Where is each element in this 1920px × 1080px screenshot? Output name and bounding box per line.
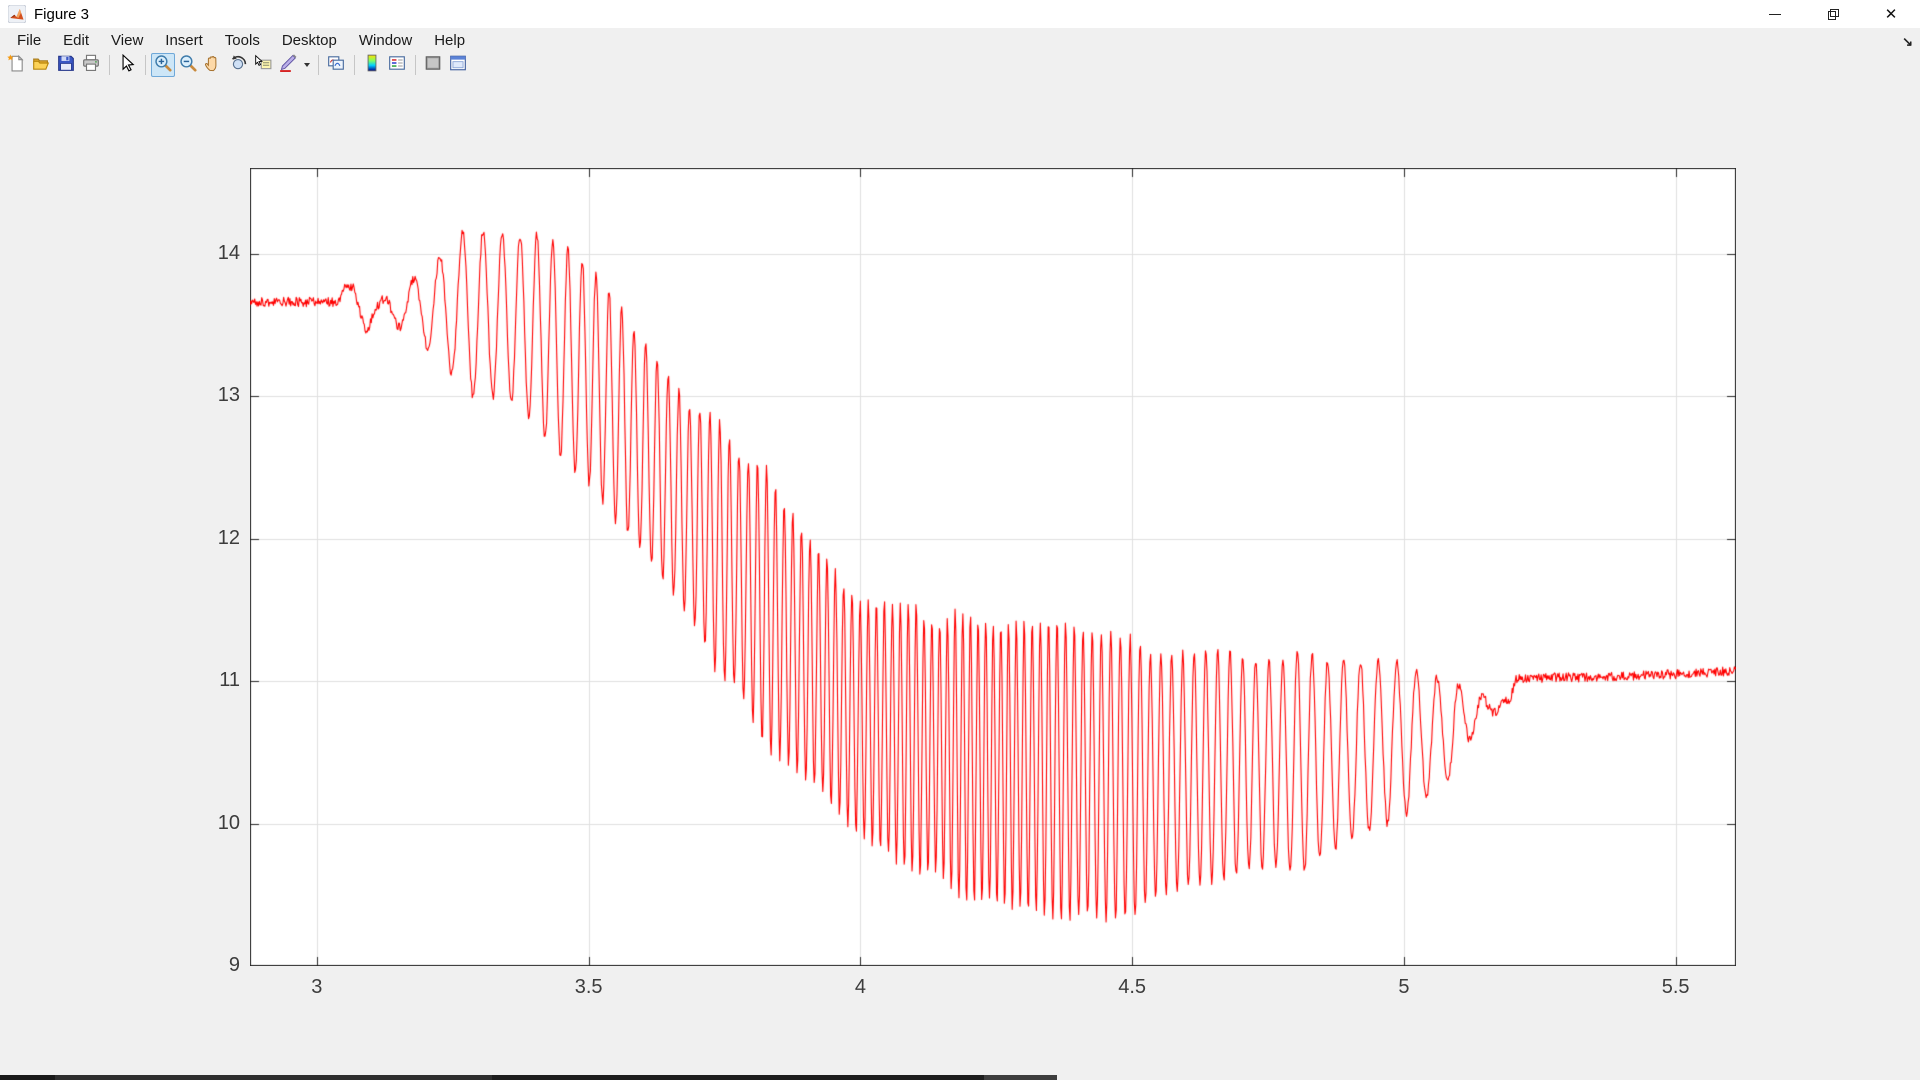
menu-insert[interactable]: Insert [154, 29, 214, 52]
brush-data-button-dropdown[interactable] [301, 53, 312, 77]
colorbar-icon [363, 54, 381, 77]
y-tick-label: 11 [155, 669, 240, 692]
matlab-figure-icon [8, 5, 26, 23]
y-tick-label: 9 [155, 954, 240, 977]
plot-area[interactable] [250, 168, 1736, 966]
x-tick-label: 5 [1374, 976, 1434, 999]
minimize-icon [1769, 14, 1781, 15]
minimize-button[interactable] [1746, 0, 1804, 28]
menu-bar: FileEditViewInsertToolsDesktopWindowHelp [0, 28, 1920, 52]
menu-window[interactable]: Window [348, 29, 423, 52]
brush-icon [279, 54, 297, 77]
x-tick-label: 4.5 [1102, 976, 1162, 999]
figure-window: Figure 3 ✕ FileEditViewInsertToolsDeskto… [0, 0, 1920, 1080]
toolbar-separator [109, 55, 110, 75]
y-tick-label: 14 [155, 242, 240, 265]
restore-button[interactable] [1804, 0, 1862, 28]
brush-data-button[interactable] [276, 53, 300, 77]
data-cursor-button[interactable] [251, 53, 275, 77]
close-button[interactable]: ✕ [1862, 0, 1920, 28]
link-plot-button[interactable] [324, 53, 348, 77]
y-tick-label: 10 [155, 812, 240, 835]
toolbar-overflow-arrow-icon[interactable]: ↘ [1902, 34, 1913, 50]
figure-canvas: 3 3.5 4 4.5 5 5.5 9 10 11 12 13 14 [0, 78, 1920, 1080]
hide-plot-tools-icon [424, 54, 442, 77]
title-bar: Figure 3 ✕ [0, 0, 1920, 28]
show-plot-tools-dock-button[interactable] [446, 53, 470, 77]
background-window-strip [0, 1075, 1057, 1080]
toolbar [0, 52, 1920, 78]
y-tick-label: 13 [155, 384, 240, 407]
cursor-icon [118, 54, 136, 77]
new-figure-button[interactable] [4, 53, 28, 77]
menu-help[interactable]: Help [423, 29, 476, 52]
toolbar-separator [415, 55, 416, 75]
new-doc-icon [7, 54, 25, 77]
zoom-out-icon [179, 54, 197, 77]
pan-button[interactable] [201, 53, 225, 77]
restore-icon [1828, 9, 1839, 20]
legend-icon [388, 54, 406, 77]
menu-view[interactable]: View [100, 29, 154, 52]
y-tick-label: 12 [155, 527, 240, 550]
menu-edit[interactable]: Edit [52, 29, 100, 52]
strip-segment [55, 1075, 492, 1080]
menu-file[interactable]: File [6, 29, 52, 52]
link-plot-icon [327, 54, 345, 77]
save-figure-button[interactable] [54, 53, 78, 77]
x-tick-label: 3.5 [559, 976, 619, 999]
menu-tools[interactable]: Tools [214, 29, 271, 52]
pan-hand-icon [204, 54, 222, 77]
strip-segment [984, 1075, 1057, 1080]
chevron-down-icon [304, 63, 310, 67]
open-file-button[interactable] [29, 53, 53, 77]
insert-colorbar-button[interactable] [360, 53, 384, 77]
print-figure-button[interactable] [79, 53, 103, 77]
zoom-in-button[interactable] [151, 53, 175, 77]
x-tick-label: 5.5 [1646, 976, 1706, 999]
toolbar-separator [145, 55, 146, 75]
open-folder-icon [32, 54, 50, 77]
x-tick-label: 3 [287, 976, 347, 999]
strip-segment [492, 1075, 984, 1080]
toolbar-separator [318, 55, 319, 75]
save-icon [57, 54, 75, 77]
window-title: Figure 3 [34, 6, 89, 23]
hide-plot-tools-button[interactable] [421, 53, 445, 77]
dock-figure-icon [449, 54, 467, 77]
zoom-in-icon [154, 54, 172, 77]
insert-legend-button[interactable] [385, 53, 409, 77]
plot-region [250, 168, 1736, 966]
x-tick-label: 4 [830, 976, 890, 999]
zoom-out-button[interactable] [176, 53, 200, 77]
strip-segment [0, 1075, 55, 1080]
close-icon: ✕ [1885, 7, 1898, 22]
edit-plot-button[interactable] [115, 53, 139, 77]
print-icon [82, 54, 100, 77]
data-cursor-icon [254, 54, 272, 77]
toolbar-separator [354, 55, 355, 75]
rotate-3d-icon [229, 54, 247, 77]
rotate-3d-button[interactable] [226, 53, 250, 77]
window-controls: ✕ [1746, 0, 1920, 28]
menu-desktop[interactable]: Desktop [271, 29, 348, 52]
